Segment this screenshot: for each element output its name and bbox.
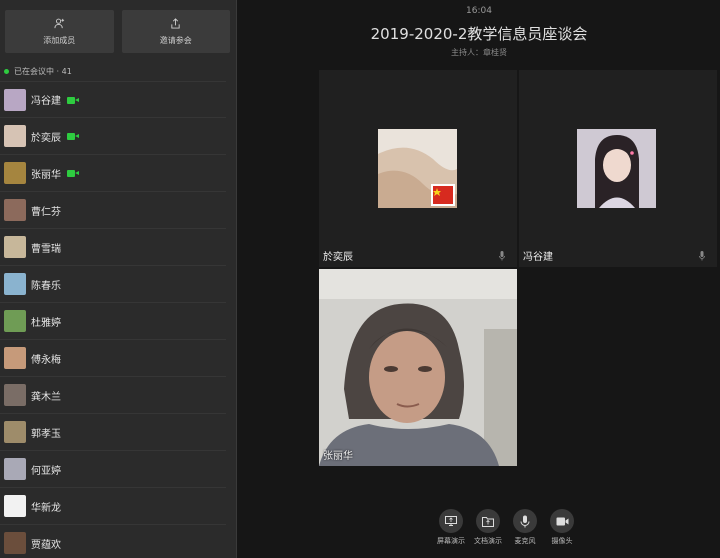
member-name: 曹仁芬 bbox=[31, 206, 61, 218]
screen-share-icon bbox=[439, 509, 463, 533]
screen-share-button[interactable]: 屏幕演示 bbox=[437, 509, 465, 546]
camera-button[interactable]: 摄像头 bbox=[549, 509, 575, 546]
tool-label: 文档演示 bbox=[474, 537, 502, 545]
list-item[interactable]: 何亚婷 bbox=[0, 451, 226, 488]
member-name: 陈春乐 bbox=[31, 280, 61, 292]
member-name: 华新龙 bbox=[31, 502, 61, 514]
member-name: 傅永梅 bbox=[31, 354, 61, 366]
invite-label: 邀请参会 bbox=[159, 35, 192, 45]
list-item[interactable]: 郭孝玉 bbox=[0, 414, 226, 451]
member-name: 杜雅婷 bbox=[31, 317, 61, 329]
list-item[interactable]: 杜雅婷 bbox=[0, 303, 226, 340]
participant-avatar bbox=[378, 129, 457, 208]
avatar bbox=[4, 199, 26, 221]
avatar bbox=[4, 347, 26, 369]
meeting-host: 主持人：章桂贤 bbox=[451, 48, 507, 57]
avatar bbox=[4, 310, 26, 332]
list-item[interactable]: 龚木兰 bbox=[0, 377, 226, 414]
member-name: 张丽华 bbox=[31, 169, 61, 181]
avatar bbox=[4, 458, 26, 480]
share-icon bbox=[171, 17, 180, 29]
tile-name: 於奕辰 bbox=[323, 252, 353, 263]
list-item[interactable]: 冯谷建 bbox=[0, 81, 226, 118]
avatar bbox=[4, 236, 26, 258]
add-member-button[interactable]: 添加成员 bbox=[5, 10, 114, 53]
clock: 16:04 bbox=[466, 6, 492, 16]
participant-avatar bbox=[577, 129, 656, 208]
tool-label: 屏幕演示 bbox=[437, 537, 465, 545]
tile-name: 张丽华 bbox=[323, 451, 353, 462]
avatar bbox=[4, 273, 26, 295]
video-tile-active[interactable]: 张丽华 bbox=[319, 269, 517, 466]
participant-video bbox=[319, 269, 517, 466]
meeting-toolbar: 屏幕演示 文档演示 麦克风 摄像头 bbox=[437, 509, 575, 546]
sidebar-actions: 添加成员 邀请参会 bbox=[0, 0, 236, 59]
avatar bbox=[4, 532, 26, 554]
camera-icon bbox=[550, 509, 574, 533]
tool-label: 麦克风 bbox=[514, 537, 536, 545]
list-item[interactable]: 陈春乐 bbox=[0, 266, 226, 303]
add-member-label: 添加成员 bbox=[43, 35, 76, 45]
status-dot-icon bbox=[4, 68, 9, 74]
member-name: 龚木兰 bbox=[31, 391, 61, 403]
member-name: 何亚婷 bbox=[31, 465, 61, 477]
video-tile[interactable]: 冯谷建 bbox=[519, 70, 717, 267]
member-name: 於奕辰 bbox=[31, 132, 61, 144]
avatar bbox=[4, 384, 26, 406]
in-meeting-count: 已在会议中 · 41 bbox=[14, 66, 72, 76]
avatar bbox=[4, 88, 26, 111]
invite-button[interactable]: 邀请参会 bbox=[121, 10, 230, 53]
document-share-button[interactable]: 文档演示 bbox=[474, 509, 502, 546]
avatar bbox=[4, 421, 26, 443]
list-item[interactable]: 曹仁芬 bbox=[0, 192, 226, 229]
list-item[interactable]: 於奕辰 bbox=[0, 118, 226, 155]
camera-on-icon bbox=[67, 169, 79, 177]
list-item[interactable]: 华新龙 bbox=[0, 488, 226, 525]
list-item[interactable]: 张丽华 bbox=[0, 155, 226, 192]
meeting-title: 2019-2020-2教学信息员座谈会 bbox=[370, 25, 588, 43]
member-name: 冯谷建 bbox=[31, 96, 61, 107]
list-item[interactable]: 曹雪瑞 bbox=[0, 229, 226, 266]
avatar bbox=[4, 125, 26, 147]
microphone-button[interactable]: 麦克风 bbox=[512, 509, 538, 546]
tile-name: 冯谷建 bbox=[523, 252, 553, 263]
meeting-main: 16:04 2019-2020-2教学信息员座谈会 主持人：章桂贤 於奕辰 冯谷… bbox=[238, 0, 720, 558]
member-list: 冯谷建於奕辰张丽华曹仁芬曹雪瑞陈春乐杜雅婷傅永梅龚木兰郭孝玉何亚婷华新龙贾蕴欢 bbox=[0, 81, 236, 558]
member-name: 贾蕴欢 bbox=[31, 539, 61, 551]
document-icon bbox=[476, 509, 500, 533]
in-meeting-status: 已在会议中 · 41 bbox=[0, 59, 236, 79]
video-tile[interactable]: 於奕辰 bbox=[319, 70, 517, 267]
camera-on-icon bbox=[67, 96, 79, 104]
member-name: 曹雪瑞 bbox=[31, 243, 61, 255]
microphone-icon bbox=[699, 251, 705, 261]
camera-on-icon bbox=[67, 132, 79, 140]
avatar bbox=[4, 495, 26, 517]
member-name: 郭孝玉 bbox=[31, 428, 61, 440]
list-item[interactable]: 贾蕴欢 bbox=[0, 525, 226, 558]
tool-label: 摄像头 bbox=[551, 537, 573, 545]
list-item[interactable]: 傅永梅 bbox=[0, 340, 226, 377]
avatar bbox=[4, 162, 26, 184]
add-user-icon bbox=[54, 18, 64, 28]
microphone-icon bbox=[499, 251, 505, 261]
microphone-icon bbox=[513, 509, 537, 533]
participants-sidebar: 添加成员 邀请参会 已在会议中 · 41 冯谷建於奕辰张丽华曹仁芬曹雪瑞陈春乐杜… bbox=[0, 0, 237, 558]
